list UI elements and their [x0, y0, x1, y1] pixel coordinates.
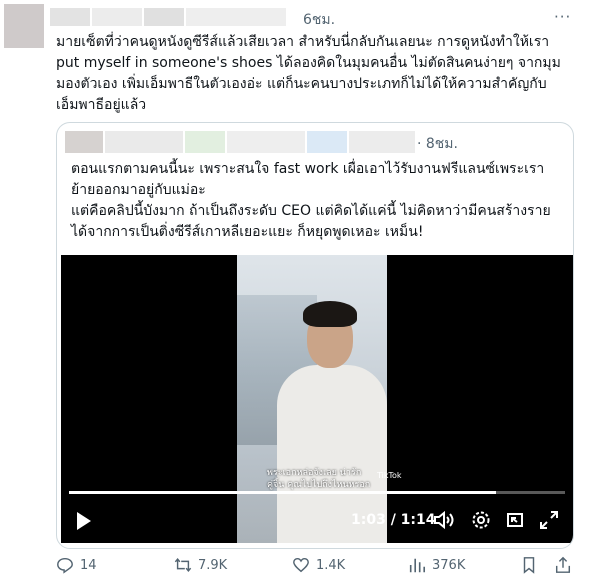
volume-icon[interactable]: [433, 510, 455, 534]
quoted-text-line: ได้จากการเป็นติ่งซีรีส์เกาหลีเยอะแยะ ก็ห…: [71, 224, 424, 240]
share-button[interactable]: [554, 556, 572, 574]
repost-icon: [174, 558, 192, 572]
video-player[interactable]: พระเอกหล่อจังเลย น่ารัก คู่จิ้น คุณไปไปถ…: [61, 255, 573, 543]
post-actions: 14 7.9K 1.4K 376K: [56, 556, 576, 576]
views-bar-chart-icon: [409, 558, 426, 573]
video-caption: พระเอกหล่อจังเลย น่ารัก คู่จิ้น คุณไปไปถ…: [267, 467, 370, 491]
video-caption-line: พระเอกหล่อจังเลย น่ารัก: [267, 468, 362, 478]
quoted-time[interactable]: · 8ชม.: [417, 133, 458, 155]
video-progress-bar[interactable]: [69, 491, 565, 494]
repost-count: 7.9K: [198, 557, 228, 573]
reply-button[interactable]: 14: [56, 556, 97, 574]
bookmark-icon: [523, 557, 535, 574]
heart-icon: [293, 557, 309, 573]
settings-gear-icon[interactable]: [471, 510, 491, 534]
reply-count: 14: [80, 557, 97, 573]
post-text-line: เอ็มพาธีอยู่แล้ว: [56, 97, 147, 113]
tiktok-watermark: TikTok: [377, 471, 402, 480]
share-icon: [555, 556, 571, 573]
video-caption-line: คู่จิ้น คุณไปไปถึงไหนหรอก: [267, 480, 371, 490]
post-text: มายเซ็ตที่ว่าคนดูหนังดูซีรีส์แล้วเสียเวล…: [56, 32, 576, 116]
video-person-hair: [303, 301, 357, 327]
repost-button[interactable]: 7.9K: [174, 556, 227, 574]
quoted-text-line: ตอนแรกตามคนนี้นะ เพราะสนใจ fast work เผื…: [71, 161, 545, 177]
bookmark-button[interactable]: [520, 556, 538, 574]
post-text-line: put myself in someone's shoes ได้ลองคิดใ…: [56, 55, 561, 71]
quoted-text-line: ย้ายออกมาอยู่กับแม่อะ: [71, 182, 206, 198]
avatar[interactable]: [4, 4, 44, 48]
video-frame: พระเอกหล่อจังเลย น่ารัก คู่จิ้น คุณไปไปถ…: [237, 255, 402, 543]
views-button[interactable]: 376K: [408, 556, 465, 574]
views-count: 376K: [432, 557, 466, 573]
play-icon[interactable]: [75, 511, 93, 535]
video-time-readout: 1:03 / 1:14: [351, 512, 436, 528]
picture-in-picture-icon[interactable]: [505, 510, 525, 534]
reply-icon: [57, 557, 73, 574]
post-text-line: มองตัวเอง เพิ่มเอ็มพาธีในตัวเองอ่ะ แต่ก็…: [56, 76, 547, 92]
author-name-blurred[interactable]: [50, 8, 288, 26]
like-count: 1.4K: [316, 557, 346, 573]
quoted-text: ตอนแรกตามคนนี้นะ เพราะสนใจ fast work เผื…: [71, 159, 567, 243]
fullscreen-icon[interactable]: [539, 510, 559, 534]
post-time[interactable]: 6ชม.: [303, 9, 335, 31]
post-text-line: มายเซ็ตที่ว่าคนดูหนังดูซีรีส์แล้วเสียเวล…: [56, 34, 550, 50]
video-progress-fill: [69, 491, 496, 494]
quoted-post[interactable]: · 8ชม. ตอนแรกตามคนนี้นะ เพราะสนใจ fast w…: [56, 122, 574, 549]
more-options-icon[interactable]: ···: [554, 8, 571, 26]
quoted-text-line: แต่คือคลิปนี้บังมาก ถ้าเป็นถึงระดับ CEO …: [71, 203, 551, 219]
like-button[interactable]: 1.4K: [292, 556, 345, 574]
